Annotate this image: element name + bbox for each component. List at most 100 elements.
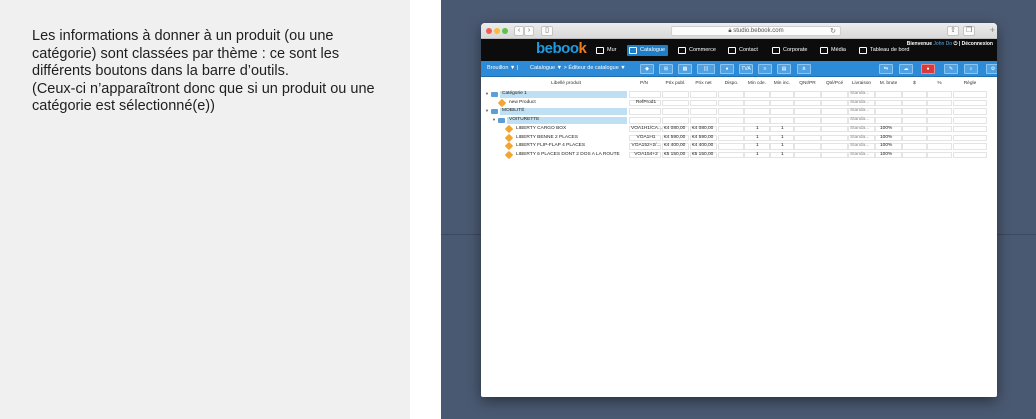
expand-caret-icon[interactable]: ▼: [492, 116, 496, 125]
logout-link[interactable]: Déconnexion: [962, 41, 993, 47]
grid-icon[interactable]: ⊞: [659, 64, 673, 74]
table-cell[interactable]: [927, 99, 952, 107]
col-header[interactable]: Règle: [953, 79, 987, 89]
table-cell[interactable]: [718, 134, 744, 141]
nav-media[interactable]: Média: [818, 45, 849, 56]
table-cell[interactable]: [718, 108, 744, 115]
product-label[interactable]: VOITURETTE: [509, 116, 539, 125]
table-cell[interactable]: [794, 151, 821, 159]
hierarchy-icon[interactable]: ⋔: [797, 64, 811, 74]
table-cell[interactable]: [821, 91, 848, 98]
col-header[interactable]: Min inc.: [770, 79, 794, 89]
user-name[interactable]: John Do: [933, 41, 952, 47]
close-window-icon[interactable]: [486, 28, 492, 34]
table-cell[interactable]: [770, 91, 794, 98]
calendar-icon[interactable]: ▦: [678, 64, 692, 74]
table-cell[interactable]: [927, 151, 952, 159]
barcode-icon[interactable]: |||: [697, 64, 715, 74]
product-label[interactable]: LIBERTY BENNE 2 PLACES: [516, 134, 578, 143]
table-cell[interactable]: [821, 134, 848, 141]
col-header[interactable]: Qté/Pcé: [821, 79, 848, 89]
table-cell[interactable]: [875, 108, 902, 115]
table-cell[interactable]: [927, 108, 952, 115]
minimize-window-icon[interactable]: [494, 28, 500, 34]
nav-tableau-de-bord[interactable]: Tableau de bord: [857, 45, 912, 56]
table-cell[interactable]: [718, 117, 744, 124]
table-cell[interactable]: [927, 143, 952, 150]
table-cell[interactable]: [953, 108, 987, 115]
table-cell[interactable]: [662, 108, 689, 115]
table-cell[interactable]: [953, 125, 987, 133]
table-cell[interactable]: [875, 91, 902, 98]
table-cell[interactable]: [927, 91, 952, 98]
product-label[interactable]: LIBERTY CARGO BOX: [516, 125, 566, 134]
table-cell[interactable]: [718, 143, 744, 150]
maximize-window-icon[interactable]: [502, 28, 508, 34]
new-tab-icon[interactable]: +: [990, 25, 995, 35]
product-label[interactable]: MOBILITÉ: [502, 107, 524, 116]
nav-catalogue[interactable]: Catalogue: [627, 45, 669, 56]
table-cell[interactable]: [744, 117, 770, 124]
table-row[interactable]: LIBERTY BENNE 2 PLACES VOA1H1 €4 590,00 €4 …: [481, 133, 997, 143]
app-logo[interactable]: bebook: [536, 40, 587, 57]
table-cell[interactable]: [662, 99, 689, 107]
table-cell[interactable]: [794, 91, 821, 98]
table-cell[interactable]: [718, 99, 744, 107]
table-row[interactable]: new Product RefProd1 Standa...: [481, 98, 997, 108]
table-cell[interactable]: [718, 151, 744, 159]
table-cell[interactable]: [927, 134, 952, 141]
share-icon[interactable]: ⇧: [947, 26, 959, 36]
table-row[interactable]: LIBERTY FLIP-FLAP 4 PLACES VOA152+2/... €4…: [481, 141, 997, 151]
nav-commerce[interactable]: Commerce: [676, 45, 719, 56]
table-cell[interactable]: [821, 108, 848, 115]
table-cell[interactable]: [718, 91, 744, 98]
table-cell[interactable]: [662, 91, 689, 98]
table-cell[interactable]: [821, 117, 848, 124]
catalog-breadcrumb[interactable]: Catalogue ▼ > Éditeur de catalogue ▼: [530, 65, 626, 71]
reload-icon[interactable]: ↻: [830, 27, 836, 36]
back-icon[interactable]: ‹: [514, 26, 524, 36]
col-header[interactable]: Libellé produit: [521, 79, 611, 89]
table-cell[interactable]: [927, 117, 952, 124]
product-label[interactable]: LIBERTY FLIP-FLAP 4 PLACES: [516, 142, 585, 151]
tabs-icon[interactable]: ❐: [963, 26, 975, 36]
table-cell[interactable]: [629, 108, 661, 115]
table-cell[interactable]: [794, 125, 821, 133]
table-cell[interactable]: [902, 99, 927, 107]
table-row[interactable]: ▼ MOBILITÉ Standa...: [481, 107, 997, 116]
table-cell[interactable]: [794, 134, 821, 141]
nav-contact[interactable]: Contact: [726, 45, 761, 56]
table-cell[interactable]: [690, 108, 717, 115]
col-header[interactable]: P/N: [629, 79, 659, 89]
table-cell[interactable]: [690, 99, 717, 107]
table-cell[interactable]: [902, 108, 927, 115]
col-header[interactable]: Min cde.: [744, 79, 770, 89]
table-cell[interactable]: [821, 151, 848, 159]
power-icon[interactable]: ⏻: [953, 41, 957, 47]
table-cell[interactable]: [875, 117, 902, 124]
cloud-icon[interactable]: ☁: [899, 64, 913, 74]
table-row[interactable]: ▼ VOITURETTE Standa...: [481, 116, 997, 125]
table-cell[interactable]: [770, 117, 794, 124]
table-cell[interactable]: [662, 117, 689, 124]
nav-corporate[interactable]: Corporate: [770, 45, 810, 56]
table-cell[interactable]: [953, 117, 987, 124]
sidebar-toggle-icon[interactable]: ▯: [541, 26, 553, 36]
search-icon[interactable]: ⌕: [964, 64, 978, 74]
nav-mur[interactable]: Mur: [594, 45, 619, 56]
forward-icon[interactable]: ›: [524, 26, 534, 36]
transfer-icon[interactable]: ⇆: [879, 64, 893, 74]
table-cell[interactable]: [953, 99, 987, 107]
table-cell[interactable]: [744, 108, 770, 115]
col-header[interactable]: %: [927, 79, 952, 89]
col-header[interactable]: Prix publ.: [662, 79, 689, 89]
globe-icon[interactable]: ●: [720, 64, 734, 74]
table-cell[interactable]: [744, 91, 770, 98]
table-cell[interactable]: [875, 99, 902, 107]
table-row[interactable]: ▼ Catégorie 1 Standa...: [481, 90, 997, 99]
product-label[interactable]: LIBERTY 6 PLACES DONT 2 DOS A LA ROUTE: [516, 151, 620, 160]
table-cell[interactable]: [927, 125, 952, 133]
col-header[interactable]: M. brute: [875, 79, 902, 89]
table-row[interactable]: LIBERTY CARGO BOX VOA1H1/CA... €4 080,00 €4…: [481, 124, 997, 134]
table-cell[interactable]: [902, 143, 927, 150]
